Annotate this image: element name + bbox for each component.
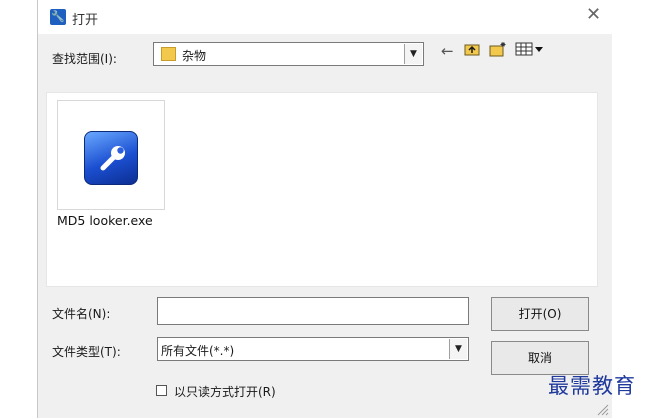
filetype-value: 所有文件(*.*) [161,344,235,358]
open-file-dialog: 🔧 打开 ✕ 查找范围(I): 杂物 ▼ ← MD5 looker.exe 文件… [37,0,612,418]
lookin-value: 杂物 [182,49,207,63]
filename-label: 文件名(N): [52,307,111,321]
readonly-checkbox[interactable] [156,385,167,396]
close-button[interactable]: ✕ [586,5,601,25]
chevron-down-icon[interactable]: ▼ [404,44,422,64]
wrench-app-icon [84,131,138,185]
filetype-label: 文件类型(T): [52,345,121,359]
file-list[interactable]: MD5 looker.exe [46,92,598,287]
title-bar: 🔧 打开 ✕ [38,0,612,34]
dialog-title: 打开 [72,13,99,28]
folder-icon [161,47,176,61]
view-menu-icon[interactable] [515,41,545,62]
readonly-label: 以只读方式打开(R) [174,385,276,399]
watermark-text: 最需教育 [548,374,636,398]
chevron-down-icon[interactable]: ▼ [449,339,467,359]
up-folder-icon[interactable] [464,41,480,62]
file-name[interactable]: MD5 looker.exe [57,213,153,228]
resize-grip[interactable] [595,402,609,416]
lookin-dropdown[interactable]: 杂物 ▼ [153,42,424,66]
open-button[interactable]: 打开(O) [491,297,589,331]
wrench-icon: 🔧 [50,9,66,25]
file-item[interactable] [57,100,165,210]
filetype-dropdown[interactable]: 所有文件(*.*) ▼ [157,337,469,361]
filename-input[interactable] [157,297,469,325]
back-arrow-icon[interactable]: ← [441,41,454,61]
lookin-label: 查找范围(I): [52,52,117,66]
new-folder-icon[interactable] [489,41,507,62]
